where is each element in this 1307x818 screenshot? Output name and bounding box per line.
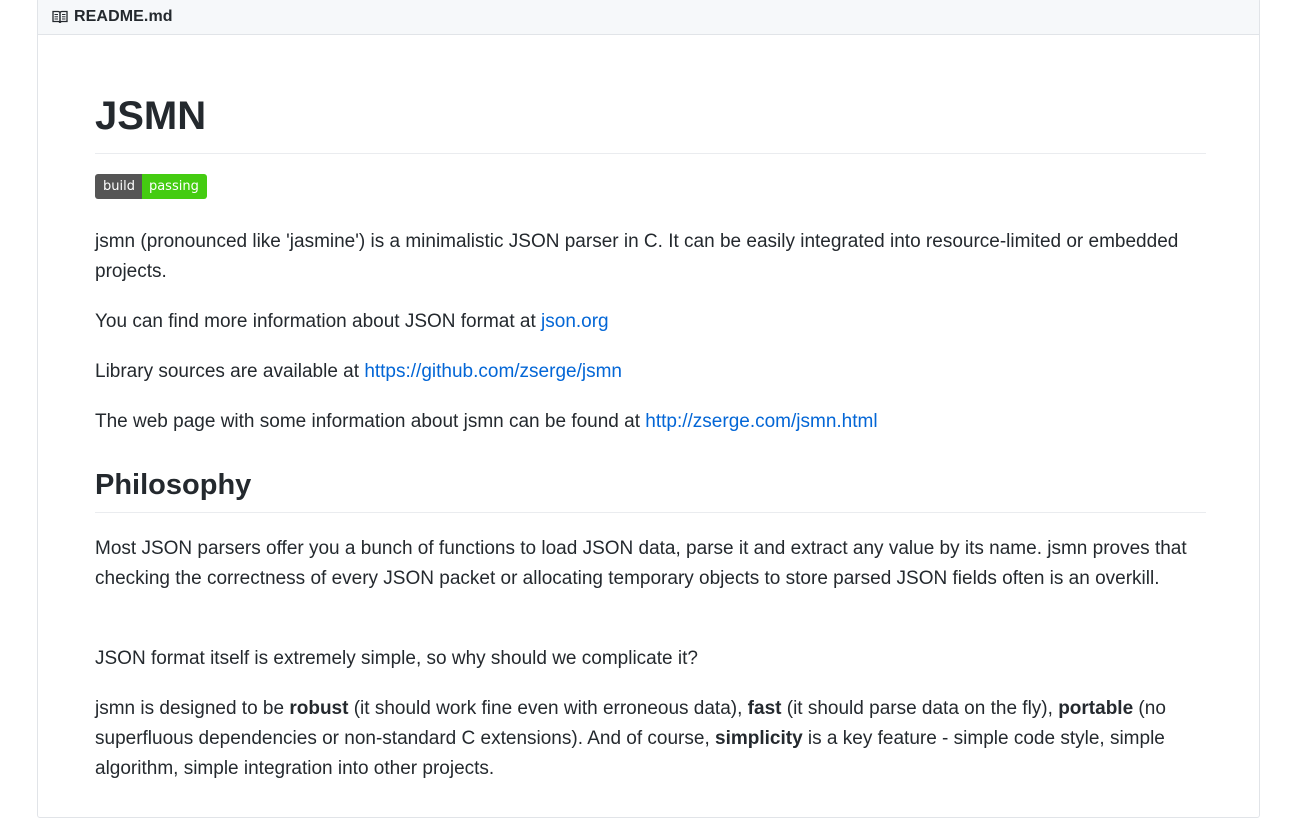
sources-text: Library sources are available at <box>95 361 365 382</box>
webpage-text: The web page with some information about… <box>95 411 646 432</box>
json-info-paragraph: You can find more information about JSON… <box>95 307 1206 337</box>
p3-text-2: (it should work fine even with erroneous… <box>348 698 748 719</box>
json-org-link[interactable]: json.org <box>541 311 609 332</box>
p3-bold-fast: fast <box>747 698 782 719</box>
github-link[interactable]: https://github.com/zserge/jsmn <box>364 361 622 382</box>
p3-bold-robust: robust <box>289 698 349 719</box>
json-info-text: You can find more information about JSON… <box>95 311 542 332</box>
p3-bold-simplicity: simplicity <box>715 728 803 749</box>
p3-text-3: (it should parse data on the fly), <box>781 698 1059 719</box>
readme-header: README.md <box>38 0 1259 35</box>
title-divider <box>95 153 1206 154</box>
readme-container: README.md JSMN build passing jsmn (prono… <box>37 0 1260 818</box>
intro-paragraph: jsmn (pronounced like 'jasmine') is a mi… <box>95 231 1179 282</box>
philosophy-paragraph-3: jsmn is designed to be robust (it should… <box>95 694 1206 784</box>
philosophy-heading: Philosophy <box>95 469 252 501</box>
page-title: JSMN <box>95 94 207 138</box>
philosophy-paragraph-2: JSON format itself is extremely simple, … <box>95 648 698 669</box>
badge-label: build <box>95 174 142 199</box>
badge-status: passing <box>141 174 207 199</box>
build-status-badge[interactable]: build passing <box>95 174 207 199</box>
webpage-link[interactable]: http://zserge.com/jsmn.html <box>645 411 877 432</box>
sources-paragraph: Library sources are available at https:/… <box>95 357 1206 387</box>
readme-filename: README.md <box>74 7 173 25</box>
philosophy-paragraph-1: Most JSON parsers offer you a bunch of f… <box>95 538 1187 589</box>
webpage-paragraph: The web page with some information about… <box>95 407 1206 437</box>
p3-bold-portable: portable <box>1058 698 1134 719</box>
philosophy-divider <box>95 512 1206 513</box>
p3-text-1: jsmn is designed to be <box>95 698 290 719</box>
book-icon <box>52 10 68 24</box>
